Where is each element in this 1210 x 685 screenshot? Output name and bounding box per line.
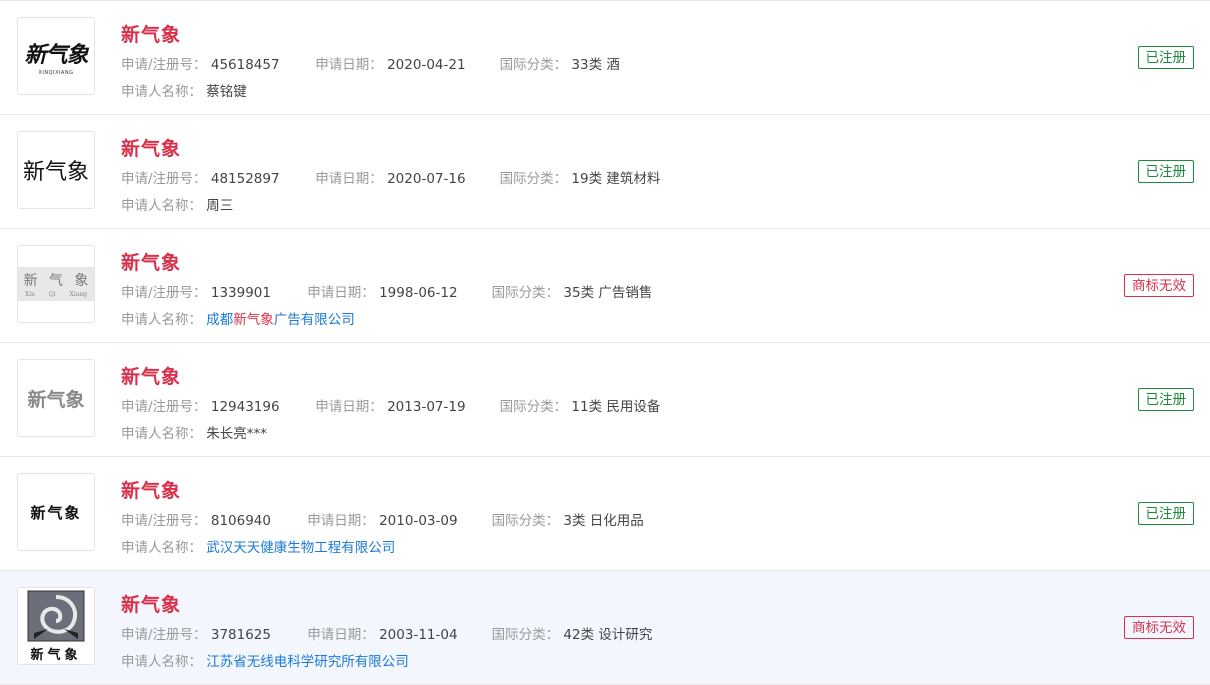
- trademark-logo[interactable]: 新气象 XINQIXIANG: [17, 17, 95, 95]
- class-value: 11类 民用设备: [571, 399, 661, 415]
- date-label: 申请日期：: [307, 513, 375, 529]
- status-badge: 已注册: [1137, 388, 1194, 411]
- applicant-label: 申请人名称：: [121, 84, 202, 100]
- reg-no-label: 申请/注册号：: [121, 399, 207, 415]
- applicant-value: 蔡铭键: [206, 84, 247, 100]
- class-label: 国际分类：: [499, 171, 568, 187]
- applicant-value: 朱长亮***: [206, 426, 268, 442]
- applicant-value: 周三: [206, 198, 234, 214]
- logo-char: 气: [48, 273, 63, 289]
- reg-no-value: 1339901: [210, 285, 271, 301]
- reg-no-label: 申请/注册号：: [121, 627, 207, 643]
- logo-subtext: XINQIXIANG: [38, 69, 74, 76]
- date-value: 2010-03-09: [379, 513, 458, 529]
- class-label: 国际分类：: [491, 285, 560, 301]
- class-value: 33类 酒: [571, 57, 620, 73]
- class-label: 国际分类：: [499, 399, 568, 415]
- date-value: 2020-04-21: [387, 57, 466, 73]
- reg-no-label: 申请/注册号：: [121, 285, 207, 301]
- trademark-result-item[interactable]: 新气象 新气象 申请/注册号： 8106940 申请日期： 2010-03-09…: [0, 457, 1210, 571]
- swirl-emblem-icon: [27, 590, 85, 642]
- trademark-logo[interactable]: 新气象: [17, 587, 95, 665]
- applicant-label: 申请人名称：: [121, 426, 202, 442]
- trademark-result-list: 新气象 XINQIXIANG 新气象 申请/注册号： 45618457 申请日期…: [0, 0, 1210, 685]
- trademark-name[interactable]: 新气象: [121, 362, 181, 389]
- applicant-link[interactable]: 武汉天天健康生物工程有限公司: [206, 540, 395, 556]
- date-value: 1998-06-12: [379, 285, 458, 301]
- logo-text: 新气象: [30, 648, 82, 663]
- trademark-logo[interactable]: 新气象: [17, 131, 95, 209]
- logo-pinyin: Xin: [24, 291, 35, 298]
- applicant-link-highlight: 新气象: [233, 312, 274, 328]
- applicant-link[interactable]: 成都新气象广告有限公司: [206, 312, 355, 328]
- trademark-logo[interactable]: 新气象: [17, 359, 95, 437]
- applicant-link-part: 广告有限公司: [273, 312, 355, 328]
- reg-no-value: 48152897: [210, 171, 280, 187]
- date-label: 申请日期：: [315, 57, 383, 73]
- applicant-label: 申请人名称：: [121, 312, 202, 328]
- trademark-result-item[interactable]: 新气象 新气象 申请/注册号： 48152897 申请日期： 2020-07-1…: [0, 115, 1210, 229]
- date-label: 申请日期：: [315, 171, 383, 187]
- status-badge: 已注册: [1137, 160, 1194, 183]
- reg-no-value: 45618457: [210, 57, 280, 73]
- status-badge: 已注册: [1137, 502, 1194, 525]
- status-badge: 已注册: [1137, 46, 1194, 69]
- logo-text: 新气象: [24, 41, 88, 68]
- date-value: 2003-11-04: [379, 627, 458, 643]
- status-badge: 商标无效: [1124, 274, 1194, 297]
- date-value: 2020-07-16: [387, 171, 466, 187]
- applicant-label: 申请人名称：: [121, 198, 202, 214]
- trademark-name[interactable]: 新气象: [121, 248, 181, 275]
- trademark-result-item[interactable]: 新气象 新气象 申请/注册号： 12943196 申请日期： 2013-07-1…: [0, 343, 1210, 457]
- logo-pinyin: Xiang: [69, 291, 88, 298]
- reg-no-label: 申请/注册号：: [121, 57, 207, 73]
- logo-text: 新气象: [30, 503, 82, 522]
- reg-no-value: 8106940: [210, 513, 271, 529]
- date-value: 2013-07-19: [387, 399, 466, 415]
- logo-char: 象: [74, 273, 89, 289]
- logo-text: 新气象: [22, 160, 89, 185]
- trademark-result-item[interactable]: 新 气 象 Xin Qi Xiang 新气象 申请/注册号： 1339901 申…: [0, 229, 1210, 343]
- date-label: 申请日期：: [315, 399, 383, 415]
- class-label: 国际分类：: [491, 513, 560, 529]
- applicant-label: 申请人名称：: [121, 654, 202, 670]
- trademark-logo[interactable]: 新气象: [17, 473, 95, 551]
- trademark-name[interactable]: 新气象: [121, 134, 181, 161]
- trademark-name[interactable]: 新气象: [121, 20, 181, 47]
- applicant-link-part: 成都: [206, 312, 234, 328]
- logo-char: 新: [23, 273, 38, 289]
- date-label: 申请日期：: [307, 285, 375, 301]
- reg-no-value: 3781625: [210, 627, 271, 643]
- trademark-name[interactable]: 新气象: [121, 590, 181, 617]
- logo-pinyin: Qi: [48, 291, 56, 298]
- date-label: 申请日期：: [307, 627, 375, 643]
- trademark-result-item[interactable]: 新气象 XINQIXIANG 新气象 申请/注册号： 45618457 申请日期…: [0, 1, 1210, 115]
- trademark-logo[interactable]: 新 气 象 Xin Qi Xiang: [17, 245, 95, 323]
- reg-no-value: 12943196: [210, 399, 280, 415]
- logo-text: 新气象: [27, 388, 85, 411]
- applicant-link[interactable]: 江苏省无线电科学研究所有限公司: [206, 654, 409, 670]
- class-label: 国际分类：: [499, 57, 568, 73]
- class-label: 国际分类：: [491, 627, 560, 643]
- trademark-name[interactable]: 新气象: [121, 476, 181, 503]
- class-value: 3类 日化用品: [563, 513, 644, 529]
- applicant-label: 申请人名称：: [121, 540, 202, 556]
- class-value: 35类 广告销售: [563, 285, 653, 301]
- reg-no-label: 申请/注册号：: [121, 171, 207, 187]
- class-value: 42类 设计研究: [563, 627, 653, 643]
- reg-no-label: 申请/注册号：: [121, 513, 207, 529]
- class-value: 19类 建筑材料: [571, 171, 661, 187]
- status-badge: 商标无效: [1124, 616, 1194, 639]
- trademark-result-item[interactable]: 新气象 新气象 申请/注册号： 3781625 申请日期： 2003-11-04…: [0, 571, 1210, 685]
